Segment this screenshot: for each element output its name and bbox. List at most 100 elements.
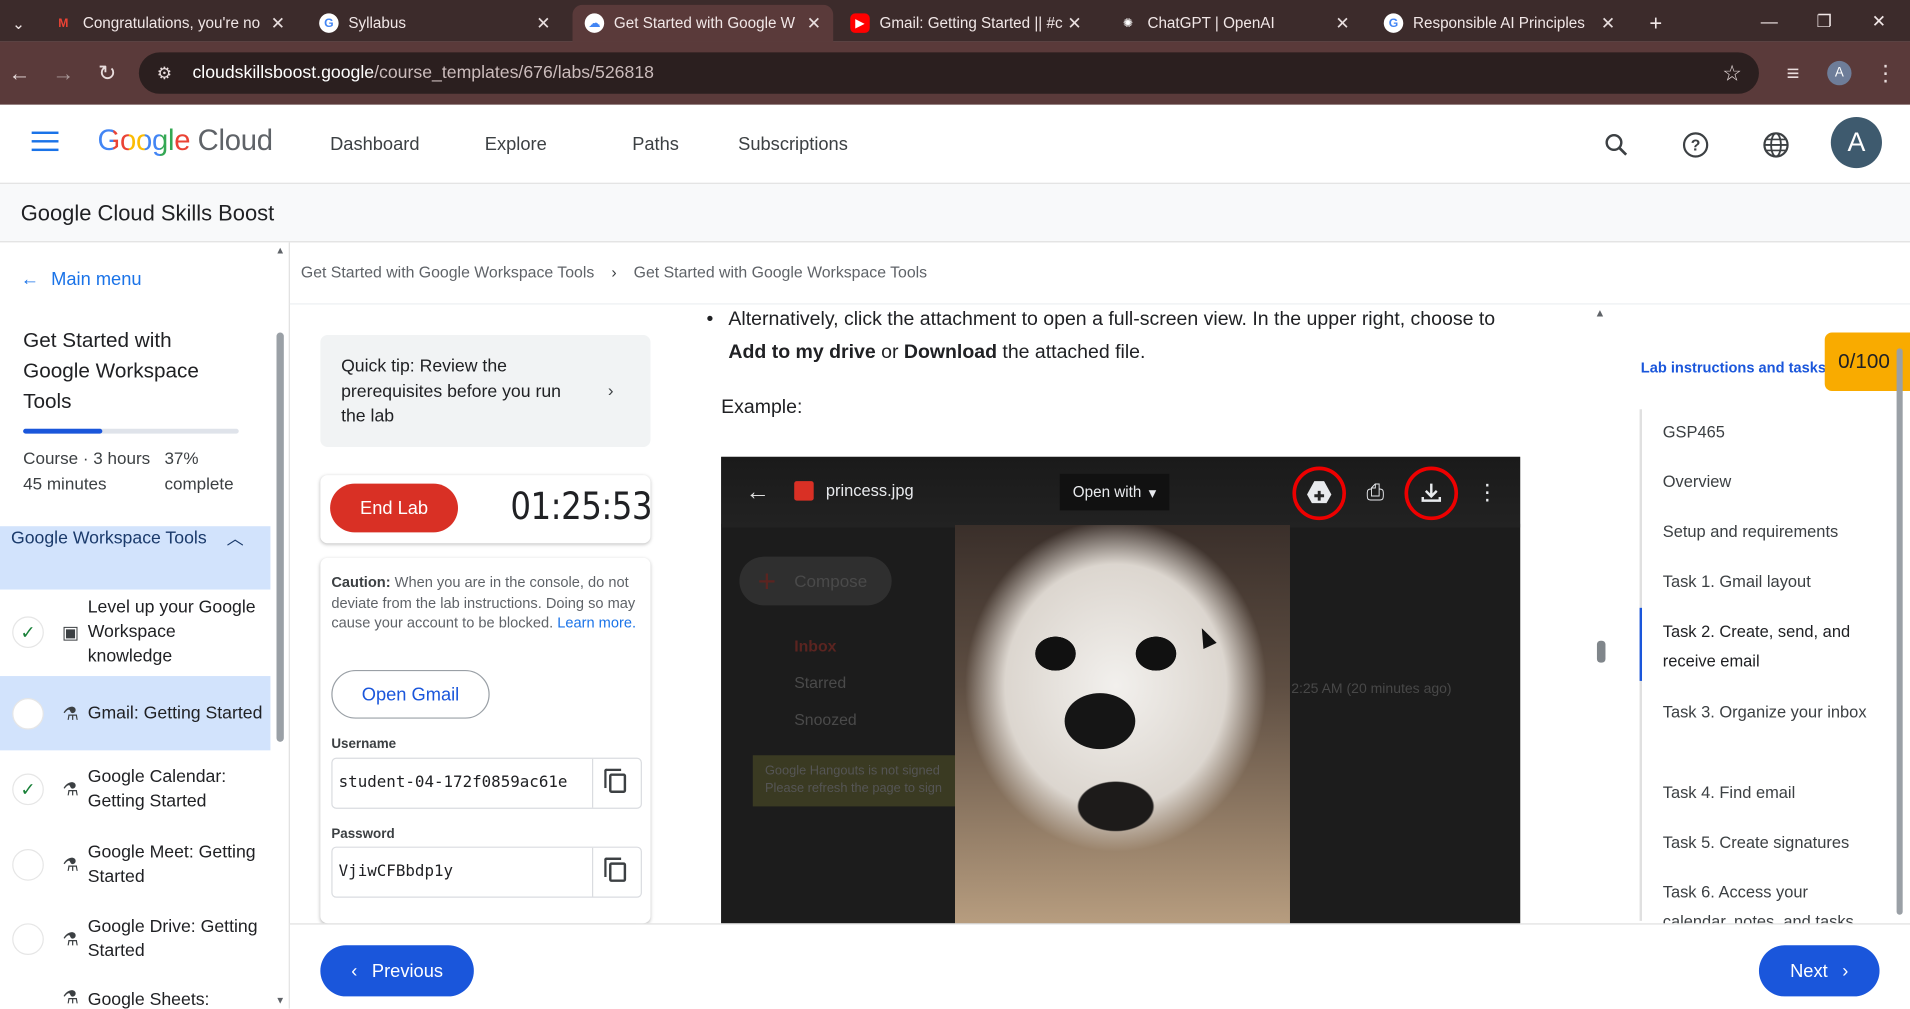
course-progress-fill [23, 428, 103, 434]
sidebar-item-label: Google Meet: Getting Started [87, 842, 256, 887]
close-icon[interactable]: ✕ [1067, 13, 1081, 34]
toc-item[interactable]: Task 1. Gmail layout [1663, 568, 1870, 597]
site-info-icon[interactable]: ⚙ [146, 55, 183, 92]
close-icon[interactable]: ✕ [1601, 13, 1615, 34]
minimize-button[interactable]: — [1742, 0, 1797, 41]
end-lab-button[interactable]: End Lab [330, 483, 459, 533]
close-icon[interactable]: ✕ [807, 13, 821, 34]
scroll-up-icon[interactable]: ▲ [1595, 307, 1606, 319]
sidebar-item-calendar[interactable]: ✓ ⚗ Google Calendar: Getting Started [0, 752, 270, 826]
quick-tip-card[interactable]: Quick tip: Review the prerequisites befo… [320, 334, 651, 448]
copy-icon [604, 768, 627, 793]
address-bar[interactable]: ⚙ cloudskillsboost.google/course_templat… [138, 52, 1759, 94]
tab-title: Syllabus [348, 14, 406, 32]
next-button[interactable]: Next › [1758, 945, 1880, 997]
bullet-bold-download: Download [903, 341, 997, 363]
nav-dashboard[interactable]: Dashboard [330, 134, 419, 155]
image-file-icon [794, 481, 814, 501]
example-label: Example: [721, 397, 803, 418]
bookmark-star-icon[interactable]: ☆ [1722, 60, 1742, 86]
scroll-thumb[interactable] [276, 332, 284, 742]
copy-username-button[interactable] [592, 758, 642, 808]
username-field[interactable]: student-04-172f0859ac61e [331, 757, 642, 809]
forward-icon[interactable]: → [49, 58, 78, 87]
site-title: Google Cloud Skills Boost [20, 200, 275, 226]
close-icon[interactable]: ✕ [1335, 13, 1349, 34]
browser-tab[interactable]: G Responsible AI Principles ✕ [1372, 5, 1628, 42]
tab-title: Get Started with Google W [613, 14, 796, 32]
toc-item[interactable]: Task 4. Find email [1663, 778, 1870, 807]
sidebar-item-drive[interactable]: ⚗ Google Drive: Getting Started [0, 901, 270, 975]
nav-explore[interactable]: Explore [485, 134, 547, 155]
dog-nose [1064, 693, 1136, 750]
toc-item[interactable]: Setup and requirements [1663, 518, 1870, 547]
copy-password-button[interactable] [592, 847, 642, 897]
media-control-icon[interactable]: ≡ [1778, 58, 1807, 87]
url-text: cloudskillsboost.google/course_templates… [192, 63, 654, 82]
content-scrollbar[interactable]: ▲ [1593, 305, 1610, 924]
course-duration: Course · 3 hours 45 minutes [23, 448, 151, 494]
address-toolbar: ← → ↻ ⚙ cloudskillsboost.google/course_t… [0, 41, 1910, 105]
language-globe-icon[interactable] [1760, 129, 1792, 161]
chevron-up-icon: ︿ [226, 528, 244, 549]
status-empty-icon [12, 848, 44, 881]
reload-icon[interactable]: ↻ [93, 58, 122, 87]
search-icon[interactable] [1601, 129, 1633, 161]
learn-more-link[interactable]: Learn more. [557, 614, 636, 631]
google-cloud-logo[interactable]: Google Cloud [97, 124, 273, 158]
plus-icon: + [1649, 10, 1663, 35]
new-tab-button[interactable]: + [1637, 5, 1674, 42]
browser-tab[interactable]: ▶ Gmail: Getting Started || #c ✕ [838, 5, 1094, 42]
breadcrumb-item[interactable]: Get Started with Google Workspace Tools [301, 263, 594, 281]
section-header[interactable]: Google Workspace Tools ︿ [0, 526, 271, 590]
course-sidebar: ← Main menu Get Started with Google Work… [0, 242, 290, 1009]
url-path: /course_templates/676/labs/526818 [374, 63, 654, 83]
close-icon[interactable]: ✕ [271, 13, 285, 34]
user-avatar[interactable]: A [1830, 116, 1882, 169]
highlight-circle-drive [1292, 466, 1347, 521]
sidebar-item-sheets[interactable]: ⚗ Google Sheets: [0, 977, 270, 1009]
site-title-bar: Google Cloud Skills Boost [0, 183, 1910, 243]
lab-flask-icon: ⚗ [62, 778, 79, 800]
scroll-thumb[interactable] [1596, 640, 1606, 663]
browser-tab-active[interactable]: ☁ Get Started with Google W ✕ [572, 4, 834, 42]
close-window-button[interactable]: ✕ [1852, 0, 1907, 41]
sidebar-item-level-up[interactable]: ✓ ▣ Level up your Google Workspace knowl… [0, 592, 270, 672]
toc-item[interactable]: GSP465 [1663, 418, 1870, 447]
scroll-down-icon[interactable]: ▼ [275, 995, 285, 1006]
sidebar-item-gmail[interactable]: ⚗ Gmail: Getting Started [0, 676, 271, 751]
hamburger-menu-icon[interactable] [31, 131, 59, 154]
restore-button[interactable]: ❐ [1797, 0, 1852, 41]
more-vert-icon[interactable]: ⋮ [1871, 58, 1900, 87]
breadcrumb-item[interactable]: Get Started with Google Workspace Tools [634, 263, 927, 281]
previous-button[interactable]: ‹ Previous [320, 945, 474, 997]
nav-subscriptions[interactable]: Subscriptions [738, 134, 848, 155]
toc-item[interactable]: Task 3. Organize your inbox [1663, 698, 1870, 727]
browser-tab[interactable]: ✺ ChatGPT | OpenAI ✕ [1106, 5, 1362, 42]
copy-icon [604, 857, 627, 882]
open-gmail-button[interactable]: Open Gmail [331, 669, 490, 719]
scroll-thumb[interactable] [1896, 348, 1903, 915]
password-field[interactable]: VjiwCFBbdp1y [331, 846, 642, 898]
browser-tab[interactable]: M Congratulations, you're no ✕ [41, 5, 297, 42]
scroll-up-icon[interactable]: ▲ [275, 245, 285, 256]
course-complete: 37% complete [164, 448, 234, 494]
course-progress-bar [23, 428, 239, 434]
tab-search-button[interactable]: ⌄ [0, 5, 37, 42]
profile-avatar[interactable]: A [1825, 58, 1854, 87]
browser-tab[interactable]: G Syllabus ✕ [307, 5, 563, 42]
sidebar-item-meet[interactable]: ⚗ Google Meet: Getting Started [0, 827, 270, 901]
toc-item-active[interactable]: Task 2. Create, send, and receive email [1663, 618, 1870, 676]
outline-scrollbar[interactable] [1893, 341, 1905, 915]
toc-item[interactable]: Task 5. Create signatures [1663, 828, 1870, 857]
sidebar-scrollbar[interactable]: ▲ ▼ [275, 242, 285, 1008]
url-domain: cloudskillsboost.google [192, 63, 375, 83]
toc-item[interactable]: Overview [1663, 468, 1870, 497]
help-icon[interactable]: ? [1680, 129, 1712, 161]
status-empty-icon [12, 697, 44, 730]
back-icon[interactable]: ← [5, 58, 34, 87]
main-menu-link[interactable]: ← Main menu [21, 269, 142, 290]
close-icon[interactable]: ✕ [536, 13, 550, 34]
sidebar-item-label: Google Drive: Getting Started [87, 916, 258, 961]
nav-paths[interactable]: Paths [632, 134, 679, 155]
